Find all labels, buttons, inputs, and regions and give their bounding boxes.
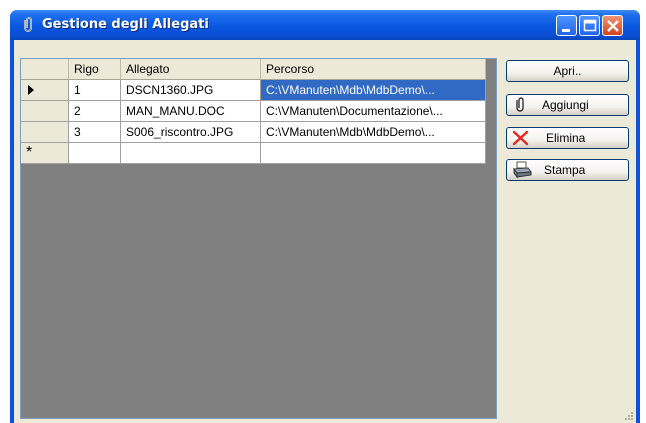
paperclip-icon [516,97,524,112]
red-x-icon [512,130,529,146]
printer-icon [513,161,532,179]
elimina-button[interactable]: Elimina [506,127,629,149]
new-row-selector[interactable]: * [21,143,69,164]
resize-grip-icon[interactable] [624,411,634,421]
new-cell-allegato[interactable] [121,143,261,164]
window-title: Gestione degli Allegati [42,17,209,32]
row-selector[interactable] [21,80,69,101]
new-cell-rigo[interactable] [69,143,121,164]
stampa-button[interactable]: Stampa [506,159,629,181]
maximize-button[interactable] [579,15,600,36]
row-selector[interactable] [21,122,69,143]
cell-percorso-selected[interactable]: C:\VManuten\Mdb\MdbDemo\... [261,80,486,101]
column-header-percorso[interactable]: Percorso [261,59,486,80]
cell-rigo[interactable]: 3 [69,122,121,143]
apri-button-label: Apri.. [553,64,582,78]
new-row[interactable]: * [21,143,486,164]
apri-button[interactable]: Apri.. [506,60,629,82]
close-icon [607,20,619,32]
stampa-button-label: Stampa [544,163,586,177]
new-row-marker: * [26,144,33,161]
cell-allegato[interactable]: MAN_MANU.DOC [121,101,261,122]
close-button[interactable] [602,15,623,36]
current-row-arrow-icon [28,85,34,95]
column-header-allegato[interactable]: Allegato [121,59,261,80]
elimina-button-label: Elimina [546,131,586,145]
attachments-window: Gestione degli Allegati Rigo Allegato Pe… [10,10,640,423]
title-bar[interactable]: Gestione degli Allegati [10,10,640,40]
row-selector[interactable] [21,101,69,122]
table-row[interactable]: 2 MAN_MANU.DOC C:\VManuten\Documentazion… [21,101,486,122]
minimize-icon [562,29,570,32]
cell-percorso[interactable]: C:\VManuten\Documentazione\... [261,101,486,122]
cell-rigo[interactable]: 1 [69,80,121,101]
header-corner [21,59,69,80]
table-row[interactable]: 3 S006_riscontro.JPG C:\VManuten\Mdb\Mdb… [21,122,486,143]
minimize-button[interactable] [556,15,577,36]
attachments-grid[interactable]: Rigo Allegato Percorso 1 DSCN1360.JPG C:… [20,58,497,419]
paperclip-icon [24,17,32,32]
table-row[interactable]: 1 DSCN1360.JPG C:\VManuten\Mdb\MdbDemo\.… [21,80,486,101]
aggiungi-button-label: Aggiungi [542,98,589,112]
cell-rigo[interactable]: 2 [69,101,121,122]
cell-allegato[interactable]: DSCN1360.JPG [121,80,261,101]
cell-allegato[interactable]: S006_riscontro.JPG [121,122,261,143]
cell-percorso[interactable]: C:\VManuten\Mdb\MdbDemo\... [261,122,486,143]
dialog-client-area: Rigo Allegato Percorso 1 DSCN1360.JPG C:… [14,40,636,423]
maximize-icon [583,19,597,32]
aggiungi-button[interactable]: Aggiungi [506,94,629,116]
column-header-rigo[interactable]: Rigo [69,59,121,80]
grid-header: Rigo Allegato Percorso [21,59,486,80]
new-cell-percorso[interactable] [261,143,486,164]
